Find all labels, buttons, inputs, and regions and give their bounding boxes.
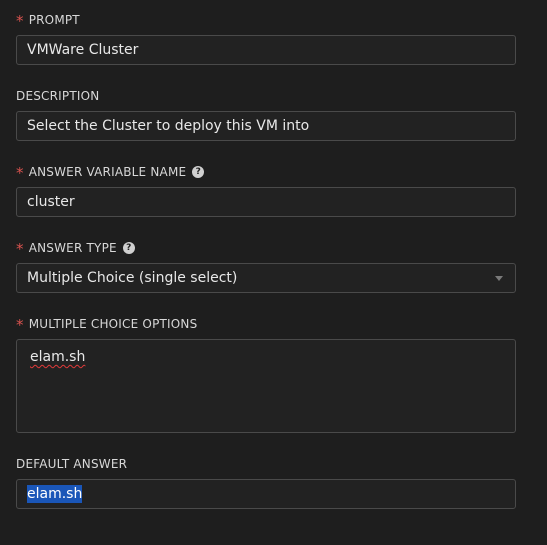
default-answer-label-row: DEFAULT ANSWER — [16, 456, 516, 472]
prompt-label: PROMPT — [28, 13, 80, 27]
variable-name-label: ANSWER VARIABLE NAME — [28, 165, 187, 179]
answer-type-selected-value: Multiple Choice (single select) — [27, 270, 238, 286]
default-answer-label: DEFAULT ANSWER — [16, 457, 128, 471]
required-marker: * — [16, 163, 24, 182]
question-circle-icon[interactable]: ? — [122, 242, 135, 254]
question-circle-icon[interactable]: ? — [192, 166, 205, 178]
required-marker: * — [16, 315, 24, 334]
description-input[interactable]: Select the Cluster to deploy this VM int… — [16, 111, 516, 141]
description-label-row: DESCRIPTION — [16, 88, 516, 104]
survey-question-form: * PROMPT VMWare Cluster DESCRIPTION Sele… — [0, 0, 547, 545]
default-answer-input[interactable]: elam.sh — [16, 479, 516, 509]
chevron-down-icon — [495, 276, 503, 281]
answer-type-label-row: * ANSWER TYPE ? — [16, 240, 516, 256]
prompt-field: * PROMPT VMWare Cluster — [16, 12, 516, 65]
answer-type-field: * ANSWER TYPE ? Multiple Choice (single … — [16, 240, 516, 293]
choices-label-row: * MULTIPLE CHOICE OPTIONS — [16, 316, 516, 332]
description-field: DESCRIPTION Select the Cluster to deploy… — [16, 88, 516, 141]
choices-field: * MULTIPLE CHOICE OPTIONS elam.sh — [16, 316, 516, 433]
description-label: DESCRIPTION — [16, 89, 100, 103]
answer-type-select[interactable]: Multiple Choice (single select) — [16, 263, 516, 293]
variable-name-field: * ANSWER VARIABLE NAME ? cluster — [16, 164, 516, 217]
choices-text: elam.sh — [30, 349, 86, 365]
default-answer-field: DEFAULT ANSWER elam.sh — [16, 456, 516, 509]
required-marker: * — [16, 11, 24, 30]
prompt-input[interactable]: VMWare Cluster — [16, 35, 516, 65]
choices-textarea[interactable]: elam.sh — [16, 339, 516, 433]
answer-type-label: ANSWER TYPE — [28, 241, 117, 255]
variable-name-label-row: * ANSWER VARIABLE NAME ? — [16, 164, 516, 180]
prompt-label-row: * PROMPT — [16, 12, 516, 28]
variable-name-input[interactable]: cluster — [16, 187, 516, 217]
default-answer-selected-text: elam.sh — [27, 485, 83, 503]
required-marker: * — [16, 239, 24, 258]
choices-label: MULTIPLE CHOICE OPTIONS — [28, 317, 198, 331]
